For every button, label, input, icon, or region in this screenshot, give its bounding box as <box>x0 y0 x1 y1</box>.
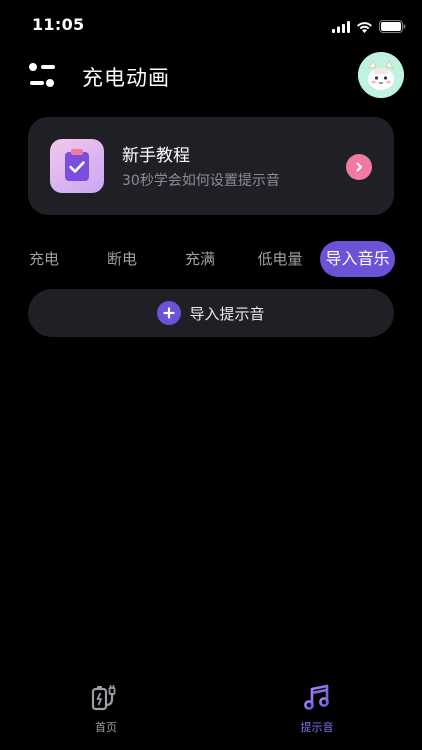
header: 充电动画 <box>0 52 422 98</box>
tab-bar: 充电 断电 充满 低电量 导入音乐 <box>0 241 422 277</box>
import-tone-button[interactable]: 导入提示音 <box>28 289 394 337</box>
status-bar: 11:05 <box>0 0 422 50</box>
tutorial-subtitle: 30秒学会如何设置提示音 <box>122 173 280 189</box>
battery-icon <box>379 18 406 37</box>
status-time: 11:05 <box>32 15 85 34</box>
battery-plug-icon <box>90 683 122 717</box>
music-note-icon <box>302 683 332 717</box>
signal-icon <box>332 18 350 37</box>
tutorial-card[interactable]: 新手教程 30秒学会如何设置提示音 <box>28 117 394 215</box>
app-screen: 11:05 充电动画 新手教程 30秒学会如何设置提示音 充电 断电 充满 低电… <box>0 0 422 750</box>
import-tone-label: 导入提示音 <box>189 304 265 323</box>
bottom-nav: 首页 提示音 <box>0 675 422 750</box>
tab-full[interactable]: 充满 <box>174 241 226 277</box>
avatar[interactable] <box>358 52 404 98</box>
tab-low-battery[interactable]: 低电量 <box>249 241 311 277</box>
nav-home-label: 首页 <box>95 721 117 734</box>
plus-icon <box>157 301 182 325</box>
tab-unplug[interactable]: 断电 <box>96 241 148 277</box>
tab-import-music[interactable]: 导入音乐 <box>320 241 395 277</box>
page-title: 充电动画 <box>82 66 170 90</box>
tab-charging[interactable]: 充电 <box>18 241 70 277</box>
tutorial-title: 新手教程 <box>122 146 190 166</box>
clipboard-check-icon <box>50 139 104 193</box>
nav-tones-label: 提示音 <box>300 721 334 734</box>
wifi-icon <box>356 18 373 37</box>
chevron-right-icon[interactable] <box>346 154 372 180</box>
nav-home[interactable]: 首页 <box>66 683 146 735</box>
nav-tones[interactable]: 提示音 <box>277 683 357 735</box>
menu-icon[interactable] <box>28 62 58 88</box>
status-icons <box>332 18 406 37</box>
